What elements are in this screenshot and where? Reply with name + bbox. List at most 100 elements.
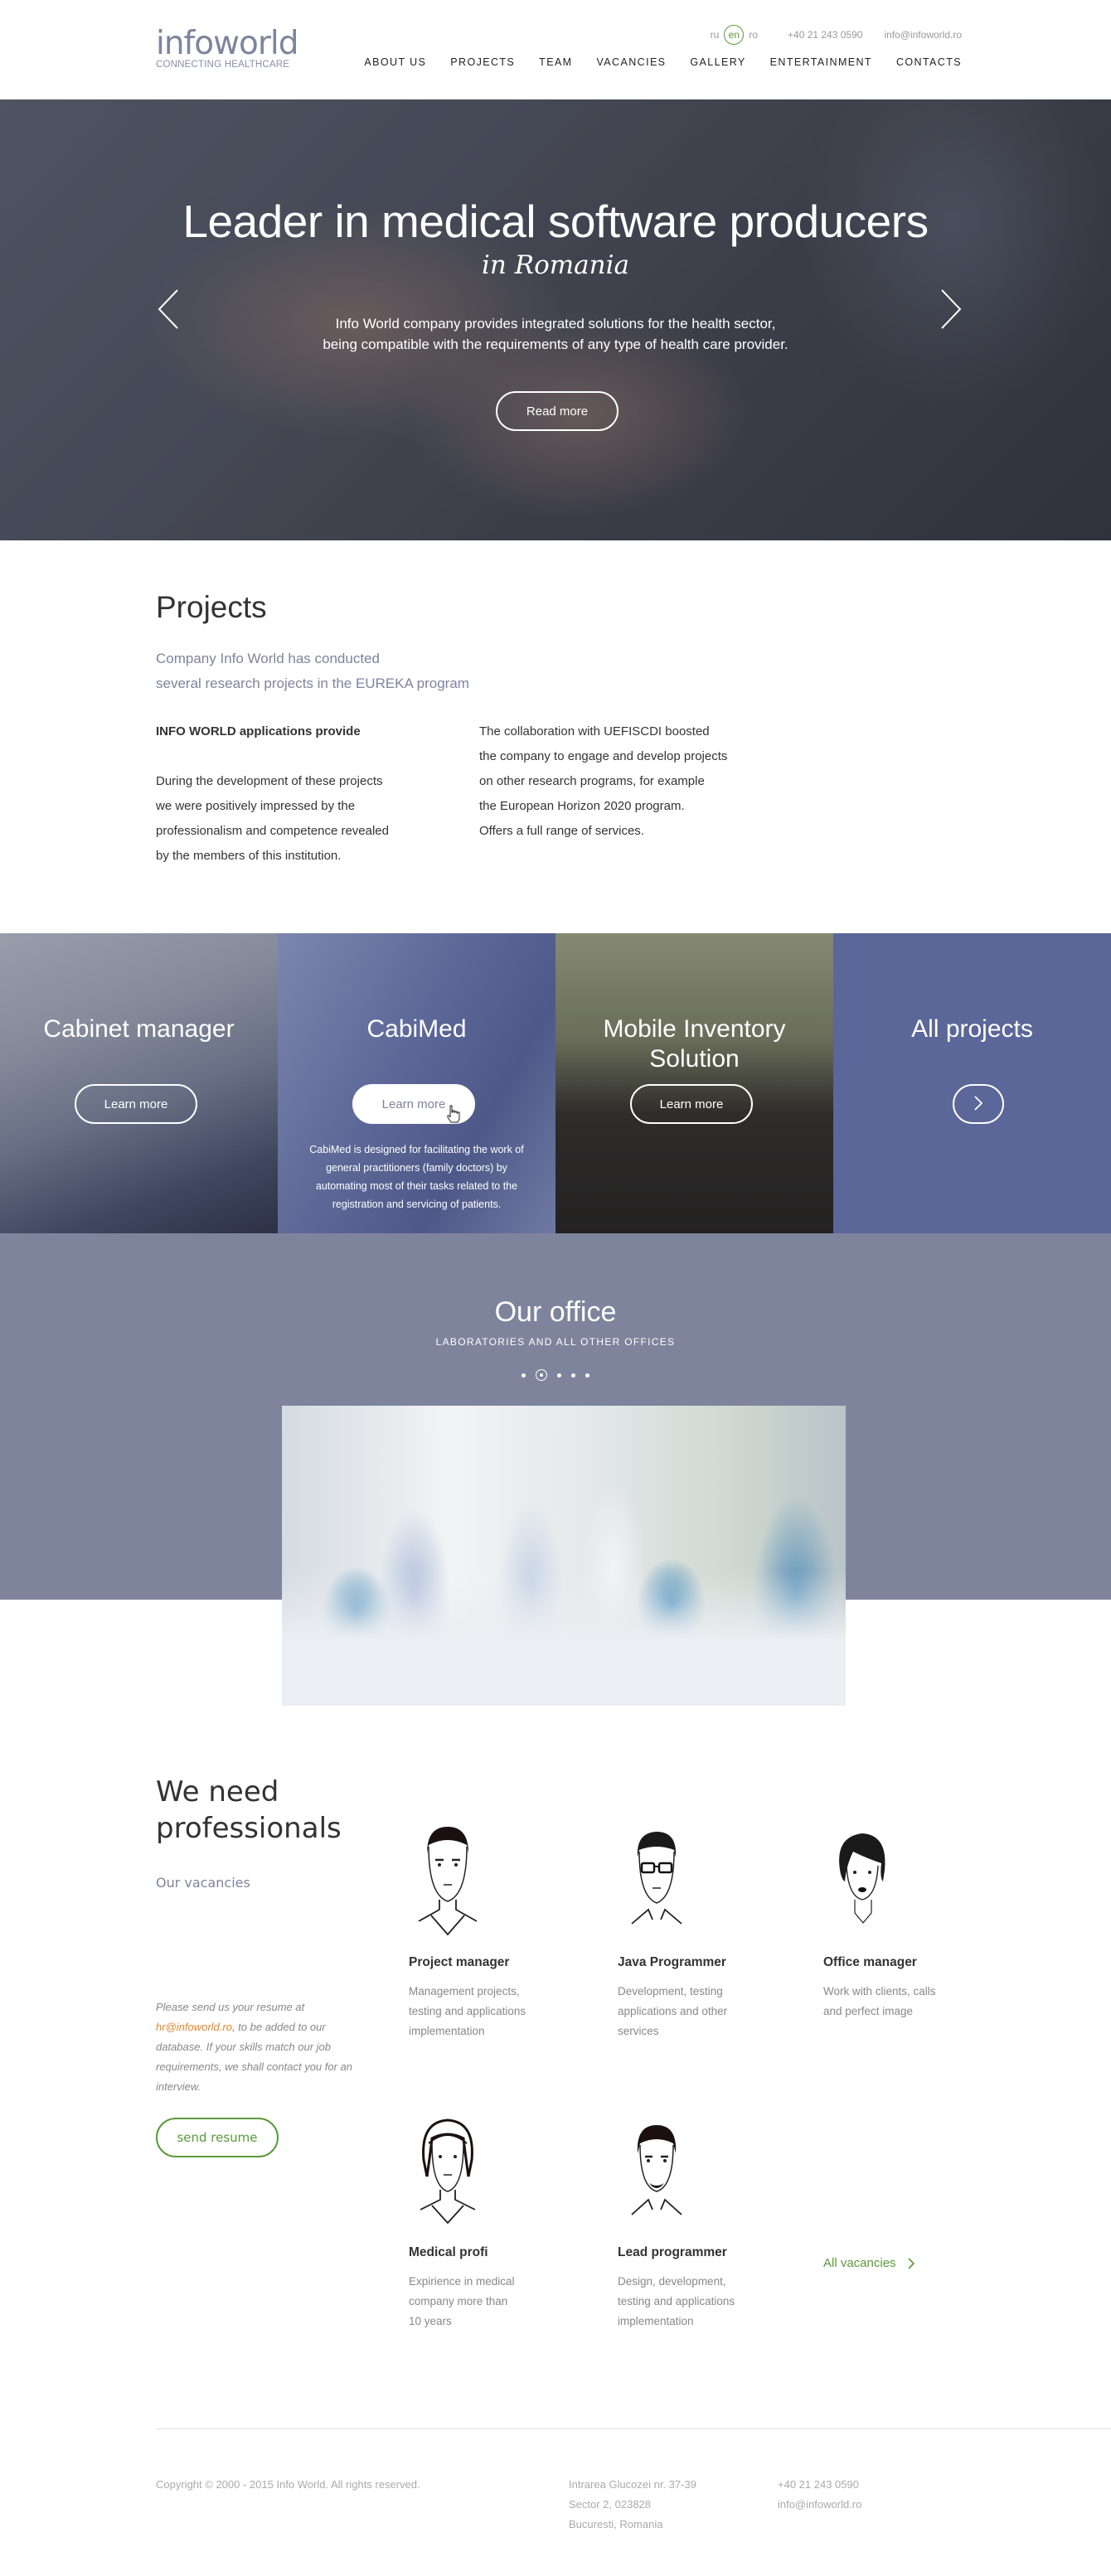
footer-phone[interactable]: +40 21 243 0590 [778, 2475, 861, 2495]
text-line: Offers a full range of services. [479, 824, 644, 838]
office-heading: Our office [494, 1296, 617, 1328]
learn-more-button[interactable]: Learn more [75, 1084, 197, 1124]
address-line: Intrarea Glucozei nr. 37-39 [569, 2478, 696, 2491]
vacancies-heading: We need professionals [156, 1774, 363, 1847]
slider-dot[interactable] [571, 1373, 575, 1378]
text-line: testing and applications [618, 2295, 735, 2307]
tile-cabimed[interactable]: CabiMed Learn more CabiMed is designed f… [278, 933, 556, 1233]
office-photo [282, 1406, 846, 1706]
text-line: by the members of this institution. [156, 849, 342, 863]
hero-text-line: being compatible with the requirements o… [323, 337, 788, 352]
text-line: on other research programs, for example [479, 774, 705, 788]
hr-email-link[interactable]: hr@infoworld.ro [156, 2021, 232, 2033]
job-title: Java Programmer [618, 1955, 726, 1969]
footer-contacts: +40 21 243 0590 info@infoworld.ro [778, 2475, 861, 2515]
nav-about-us[interactable]: ABOUT US [364, 56, 426, 68]
chevron-right-icon [907, 2257, 915, 2269]
job-card[interactable]: Project manager Management projects, tes… [409, 1820, 575, 2041]
job-card[interactable]: Lead programmer Design, development, tes… [618, 2110, 784, 2331]
logo[interactable]: infoworld CONNECTING HEALTHCARE [156, 25, 299, 70]
lead-line: Company Info World has conducted [156, 651, 380, 666]
header-email[interactable]: info@infoworld.ro [884, 29, 962, 41]
nav-entertainment[interactable]: ENTERTAINMENT [770, 56, 872, 68]
lead-line: several research projects in the EUREKA … [156, 675, 469, 691]
chevron-left-icon[interactable] [158, 288, 179, 330]
all-vacancies-label: All vacancies [823, 2256, 896, 2270]
vacancies-intro: We need professionals Our vacancies Plea… [156, 1774, 363, 2157]
job-card[interactable]: Office manager Work with clients, calls … [823, 1820, 989, 2022]
projects-heading: Projects [156, 590, 267, 624]
tile-background [833, 933, 1111, 1233]
office-subheading: LABORATORIES AND ALL OTHER OFFICES [435, 1336, 676, 1348]
column-title: INFO WORLD applications provide [156, 724, 361, 738]
man-goatee-portrait-icon [631, 2125, 682, 2215]
logo-wordmark: infoworld [156, 25, 299, 62]
text-line: the European Horizon 2020 program. [479, 799, 685, 813]
man-long-hair-portrait-icon [420, 2118, 476, 2225]
top-bar: ru en ro +40 21 243 0590 info@infoworld.… [711, 25, 962, 45]
text-line: Expirience in medical [409, 2275, 515, 2288]
resume-note: Please send us your resume at hr@infowor… [156, 1997, 355, 2097]
address-line: Sector 2, 023828 [569, 2498, 652, 2511]
all-vacancies-link[interactable]: All vacancies [823, 2256, 915, 2270]
job-title: Medical profi [409, 2245, 488, 2259]
logo-tagline: CONNECTING HEALTHCARE [156, 60, 290, 70]
nav-vacancies[interactable]: VACANCIES [597, 56, 667, 68]
nav-contacts[interactable]: CONTACTS [896, 56, 962, 68]
slider-pagination [0, 1369, 1111, 1381]
job-description: Work with clients, calls and perfect ima… [823, 1982, 989, 2022]
projects-column-1: INFO WORLD applications provide During t… [156, 719, 479, 869]
hand-cursor-icon [447, 1105, 460, 1123]
job-description: Management projects, testing and applica… [409, 1982, 575, 2041]
tile-title: All projects [911, 1015, 1033, 1043]
slider-dot[interactable] [557, 1373, 561, 1378]
heading-line: We need [156, 1775, 279, 1809]
slider-dot[interactable] [522, 1373, 526, 1378]
job-title: Project manager [409, 1955, 510, 1969]
header-phone[interactable]: +40 21 243 0590 [788, 29, 862, 41]
language-switcher: ru en ro [711, 25, 758, 45]
tile-mobile-inventory[interactable]: Mobile Inventory Solution Learn more [556, 933, 833, 1233]
note-text: Please send us your resume at [156, 2001, 305, 2013]
text-line: Work with clients, calls [823, 1985, 936, 1997]
projects-section: Projects Company Info World has conducte… [156, 590, 952, 869]
chevron-right-icon[interactable] [940, 288, 962, 330]
tile-all-projects[interactable]: All projects [833, 933, 1111, 1233]
man-with-glasses-portrait-icon [631, 1832, 682, 1925]
text-line: applications and other [618, 2005, 728, 2017]
learn-more-button[interactable]: Learn more [630, 1084, 753, 1124]
text-line: Design, development, [618, 2275, 726, 2288]
job-card[interactable]: Java Programmer Development, testing app… [618, 1820, 784, 2041]
chevron-right-icon [974, 1095, 983, 1111]
lang-ro[interactable]: ro [749, 29, 758, 41]
tile-background-image [556, 933, 833, 1233]
text-line: implementation [618, 2315, 694, 2327]
footer-email[interactable]: info@infoworld.ro [778, 2495, 861, 2515]
all-projects-button[interactable] [953, 1084, 1004, 1124]
slider-dot-active[interactable] [536, 1369, 547, 1381]
slider-dot[interactable] [585, 1373, 589, 1378]
tile-cabinet-manager[interactable]: Cabinet manager Learn more [0, 933, 278, 1233]
nav-projects[interactable]: PROJECTS [450, 56, 515, 68]
text-line: The collaboration with UEFISCDI boosted [479, 724, 710, 738]
nav-gallery[interactable]: GALLERY [690, 56, 745, 68]
woman-portrait-icon [839, 1833, 885, 1924]
text-line: we were positively impressed by the [156, 799, 356, 813]
tile-title: CabiMed [366, 1015, 467, 1043]
address-line: Bucuresti, Romania [569, 2518, 663, 2530]
hero-title: Leader in medical software producers [182, 196, 929, 247]
lang-en[interactable]: en [724, 25, 745, 45]
main-nav: ABOUT US PROJECTS TEAM VACANCIES GALLERY… [364, 56, 962, 68]
lang-ru[interactable]: ru [711, 29, 720, 41]
nav-team[interactable]: TEAM [539, 56, 572, 68]
site-header: infoworld CONNECTING HEALTHCARE ru en ro… [0, 0, 1111, 99]
text-line: Management projects, [409, 1985, 520, 1997]
job-title: Office manager [823, 1955, 917, 1969]
text-line: services [618, 2025, 659, 2037]
read-more-button[interactable]: Read more [496, 391, 619, 431]
projects-column-2: The collaboration with UEFISCDI boosted … [479, 719, 803, 869]
job-card[interactable]: Medical profi Expirience in medical comp… [409, 2110, 575, 2331]
send-resume-button[interactable]: send resume [156, 2118, 279, 2157]
footer-divider [156, 2428, 1111, 2429]
projects-lead: Company Info World has conducted several… [156, 646, 952, 696]
